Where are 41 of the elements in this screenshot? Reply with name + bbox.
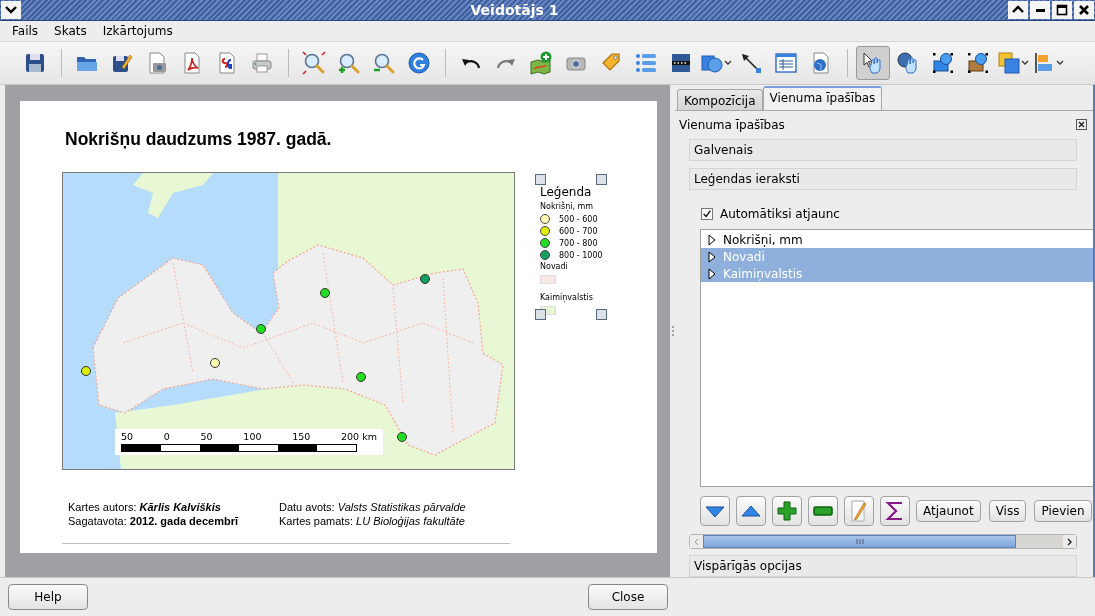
credit-value: Kārlis Kalviškis <box>139 501 221 513</box>
map-title: Nokrišņu daudzums 1987. gadā. <box>65 129 333 150</box>
legend-frame[interactable]: Leģenda Nokrišņi, mm 500 - 600 600 - 700 700 - 800 800 - 1000 Novadi Kaimiņvalstis <box>535 174 607 320</box>
scale-label: 50 <box>121 431 134 442</box>
dialog-button[interactable]: Help <box>8 584 88 610</box>
section-header[interactable]: Leģendas ieraksti <box>689 168 1077 190</box>
legend-group-label: Nokrišņi, mm <box>540 202 595 211</box>
legend-group-label: Kaimiņvalstis <box>540 293 594 302</box>
scale-label: 100 <box>243 431 262 442</box>
tab[interactable]: Kompozīcija <box>677 89 763 110</box>
legend-label: 500 - 600 <box>559 214 598 224</box>
credit-label: Kartes pamats: <box>279 515 353 527</box>
credit-value: 2012. gada decembrī <box>129 515 238 527</box>
tool-button[interactable]: Viss <box>988 500 1027 522</box>
credit-label: Datu avots: <box>279 501 335 513</box>
legend-label: 700 - 800 <box>559 238 598 248</box>
tree-item[interactable]: Nokrišņi, mm <box>701 231 1093 248</box>
tab[interactable]: Vienuma īpašības <box>762 86 883 110</box>
panel-title: Vienuma īpašības <box>679 117 785 132</box>
menu-item[interactable]: Skats <box>46 24 95 38</box>
tool-button[interactable]: Pievien <box>1034 500 1092 522</box>
credit-value: Valsts Statistikas pārvalde <box>337 501 466 513</box>
menu-item[interactable]: Izkārtojums <box>94 24 181 38</box>
legend-group-label: Novadi <box>540 262 569 271</box>
tool-button[interactable]: Atjaunot <box>916 500 981 522</box>
window-title: Veidotājs 1 <box>469 2 560 18</box>
credit-label: Kartes autors: <box>68 501 137 513</box>
scale-label: 200 km <box>341 431 377 442</box>
section-header[interactable]: Vispārīgās opcijas <box>689 555 1077 577</box>
scale-label: 150 <box>292 431 311 442</box>
scale-label: 0 <box>163 431 170 442</box>
legend-label: 600 - 700 <box>559 226 598 236</box>
dialog-button[interactable]: Close <box>588 584 668 610</box>
section-header[interactable]: Galvenais <box>689 139 1077 161</box>
checkbox-label: Automātiksi atjaunc <box>720 206 840 221</box>
menu-item[interactable]: Fails <box>4 24 47 38</box>
legend-title: Leģenda <box>540 185 593 199</box>
credit-value: LU Bioloģijas fakultāte <box>356 515 465 527</box>
credit-label: Sagatavota: <box>68 515 127 527</box>
scale-label: 50 <box>200 431 213 442</box>
legend-label: 800 - 1000 <box>559 250 603 260</box>
